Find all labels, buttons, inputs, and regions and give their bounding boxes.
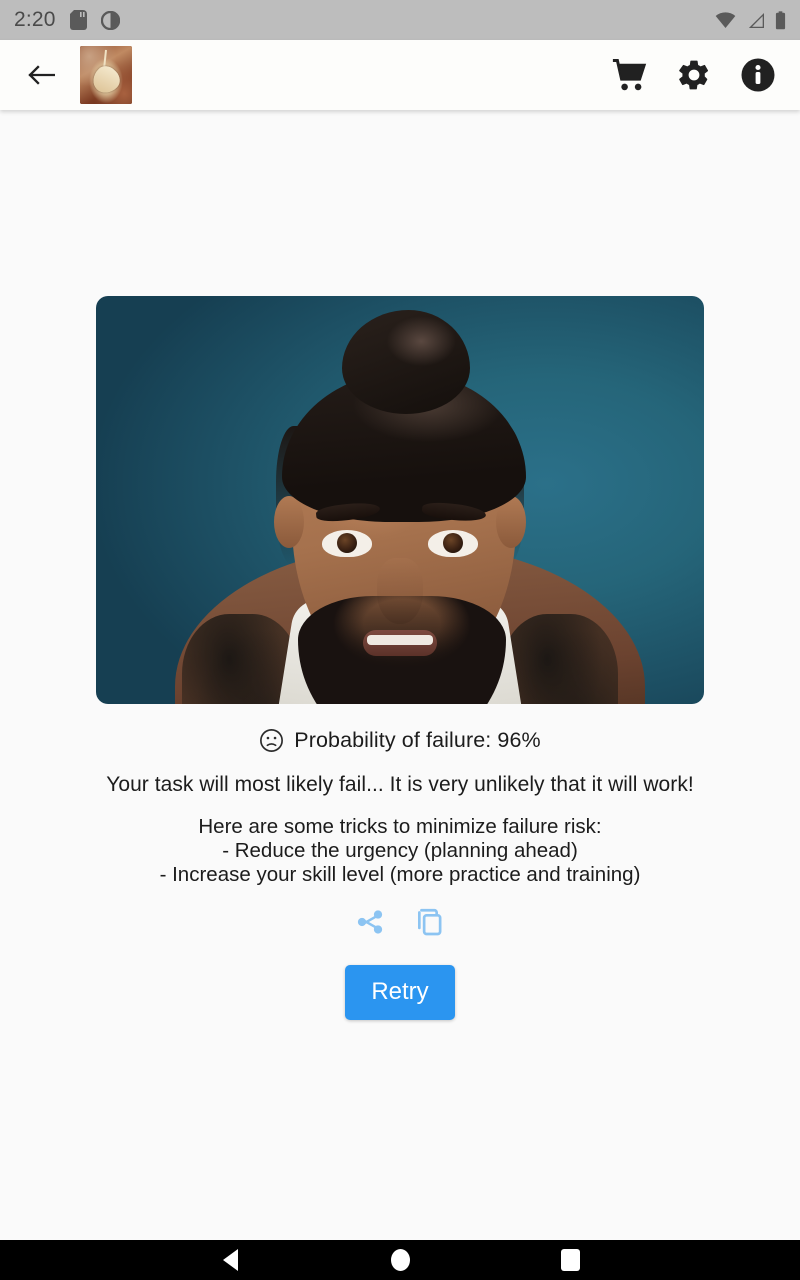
system-nav-bar (0, 1240, 800, 1280)
action-icon-row (0, 906, 800, 938)
photo-eye-left (322, 530, 372, 557)
nav-back-triangle-icon (222, 1249, 238, 1271)
info-icon (741, 58, 775, 92)
copy-button[interactable] (414, 906, 446, 938)
result-message: Your task will most likely fail... It is… (106, 773, 694, 796)
tips-block: Here are some tricks to minimize failure… (0, 815, 800, 887)
photo-eye-right (428, 530, 478, 557)
tip-item-2: - Increase your skill level (more practi… (159, 862, 641, 886)
nav-recents-button[interactable] (485, 1240, 655, 1280)
wifi-icon (715, 11, 736, 28)
status-bar-right (715, 10, 786, 30)
copy-icon (418, 908, 442, 936)
app-bar-actions (612, 57, 782, 93)
cart-button[interactable] (612, 58, 648, 92)
settings-gear-icon (679, 60, 709, 90)
frowning-face-icon (260, 729, 284, 752)
battery-icon (775, 10, 786, 29)
back-arrow-icon (28, 65, 55, 85)
sd-card-icon (69, 10, 87, 30)
tips-heading: Here are some tricks to minimize failure… (198, 815, 602, 838)
photo-mouth (363, 630, 437, 656)
retry-button-wrapper: Retry (0, 965, 800, 1020)
photo-hair-bun (342, 310, 470, 414)
info-button[interactable] (740, 57, 776, 93)
nav-recents-square-icon (560, 1249, 580, 1271)
status-clock: 2:20 (14, 8, 56, 31)
probability-text: Probability of failure: 96% (294, 728, 541, 752)
nav-home-circle-icon (390, 1249, 410, 1271)
main-content: Probability of failure: 96% Your task wi… (0, 110, 800, 1240)
back-button[interactable] (18, 52, 64, 98)
nav-back-button[interactable] (145, 1240, 315, 1280)
half-circle-icon (100, 10, 120, 30)
probability-row: Probability of failure: 96% (0, 728, 800, 753)
result-photo[interactable] (96, 296, 704, 704)
cellular-signal-icon (748, 12, 764, 28)
status-bar: 2:20 (0, 0, 800, 40)
share-button[interactable] (354, 906, 386, 938)
tip-item-1: - Reduce the urgency (planning ahead) (222, 838, 578, 862)
status-bar-left: 2:20 (14, 8, 120, 32)
share-icon (357, 910, 383, 934)
retry-button[interactable]: Retry (345, 965, 455, 1020)
nav-home-button[interactable] (315, 1240, 485, 1280)
app-logo-pendulum-icon[interactable] (80, 46, 132, 104)
result-photo-image (96, 296, 704, 704)
settings-button[interactable] (676, 57, 712, 93)
photo-ear-left (274, 496, 304, 548)
cart-icon (612, 58, 647, 90)
app-bar (0, 40, 800, 110)
